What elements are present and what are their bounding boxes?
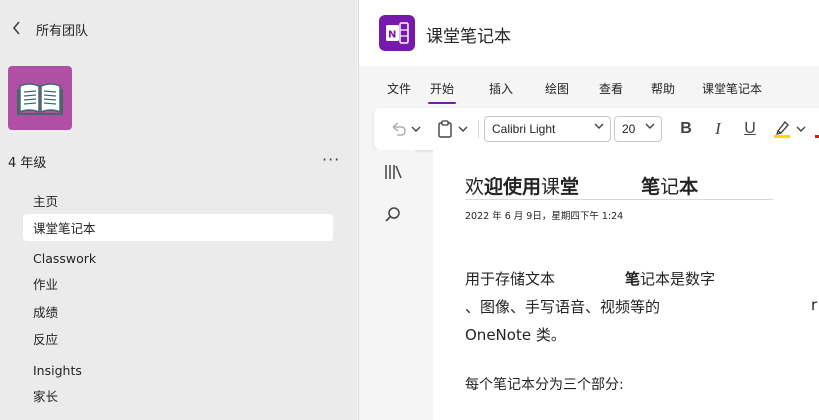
tab-class-notebook[interactable]: 课堂笔记本 bbox=[702, 80, 762, 97]
back-to-all-teams-button[interactable]: 所有团队 bbox=[12, 18, 88, 40]
tab-insert[interactable]: 插入 bbox=[489, 80, 513, 97]
page-title-part: 课 bbox=[541, 176, 561, 198]
tab-view[interactable]: 查看 bbox=[599, 80, 623, 97]
tab-draw[interactable]: 绘图 bbox=[545, 80, 569, 97]
font-color-icon[interactable] bbox=[814, 117, 819, 141]
app-header: N 课堂笔记本 bbox=[359, 0, 819, 66]
page-title-part: 笔 bbox=[641, 176, 661, 198]
nav-item-insights[interactable]: Insights bbox=[23, 357, 333, 384]
nav-item-classwork[interactable]: Classwork bbox=[23, 245, 333, 272]
undo-dropdown-chevron-icon[interactable] bbox=[409, 117, 423, 141]
undo-icon[interactable] bbox=[387, 117, 409, 141]
nav-item-home[interactable]: 主页 bbox=[23, 187, 333, 214]
notebook-pane: N 课堂笔记本 文件 开始 插入 绘图 查看 帮助 课堂笔记本 Calibri … bbox=[358, 0, 819, 420]
team-avatar[interactable] bbox=[8, 66, 72, 130]
library-notebooks-icon[interactable] bbox=[383, 162, 403, 182]
team-name: 4 年级 bbox=[8, 156, 47, 171]
ribbon-toolbar: Calibri Light 20 B I U bbox=[374, 108, 819, 150]
nav-item-class-notebook[interactable]: 课堂笔记本 bbox=[23, 214, 333, 241]
italic-button[interactable]: I bbox=[706, 117, 730, 141]
ribbon-tabs: 文件 开始 插入 绘图 查看 帮助 课堂笔记本 bbox=[369, 72, 819, 104]
toolbar-divider bbox=[478, 120, 479, 138]
nav-item-assignments[interactable]: 作业 bbox=[23, 270, 333, 297]
paragraph-line[interactable]: 、图像、手写语音、视频等的 bbox=[465, 296, 660, 317]
bold-button[interactable]: B bbox=[674, 117, 698, 141]
onenote-logo-icon: N bbox=[379, 15, 415, 51]
underline-button[interactable]: U bbox=[738, 117, 762, 141]
tab-home[interactable]: 开始 bbox=[427, 80, 457, 104]
page-date: 2022 年 6 月 9日，星期四下午 1:24 bbox=[465, 211, 624, 222]
paste-dropdown-chevron-icon[interactable] bbox=[456, 117, 470, 141]
nav-item-grades[interactable]: 成绩 bbox=[23, 298, 333, 325]
tab-file[interactable]: 文件 bbox=[387, 80, 411, 97]
chevron-down-icon bbox=[645, 121, 655, 133]
page-title-part: 本 bbox=[679, 176, 699, 198]
font-size-select[interactable]: 20 bbox=[614, 116, 662, 142]
font-size-value: 20 bbox=[622, 122, 636, 136]
page-title-part: 迎使用 bbox=[484, 176, 542, 198]
chevron-down-icon bbox=[594, 121, 604, 133]
paste-clipboard-icon[interactable] bbox=[434, 117, 456, 141]
text-run: 、图像、手写语音、视频等的 bbox=[465, 298, 661, 316]
paragraph-line[interactable]: OneNote 类。 bbox=[465, 324, 566, 345]
chevron-left-icon bbox=[12, 20, 32, 39]
nav-item-parents[interactable]: 家长 bbox=[23, 382, 333, 409]
text-run: 用于存储文本 bbox=[465, 270, 556, 288]
font-name-select[interactable]: Calibri Light bbox=[484, 116, 611, 142]
text-run: 记本是数字 bbox=[640, 270, 716, 288]
page-title-part: 欢 bbox=[465, 176, 485, 198]
paragraph-line[interactable]: 每个笔记本分为三个部分: bbox=[465, 374, 624, 394]
page-title-part: 堂 bbox=[560, 176, 580, 198]
svg-text:N: N bbox=[388, 30, 396, 41]
highlighter-dropdown-chevron-icon[interactable] bbox=[794, 117, 808, 141]
more-options-icon[interactable]: ··· bbox=[322, 150, 340, 169]
text-run: 笔 bbox=[625, 270, 641, 288]
nav-item-reflect[interactable]: 反应 bbox=[23, 325, 333, 352]
back-label: 所有团队 bbox=[36, 23, 89, 39]
notebook-side-rail bbox=[369, 150, 415, 420]
page-title[interactable]: 欢迎使用课堂 笔记本 bbox=[465, 172, 773, 200]
page-title-part: 记 bbox=[660, 176, 680, 198]
highlighter-icon[interactable] bbox=[770, 117, 794, 141]
note-page[interactable]: 欢迎使用课堂 笔记本 2022 年 6 月 9日，星期四下午 1:24 用于存储文… bbox=[433, 150, 819, 420]
paragraph-line-trail: r bbox=[811, 296, 818, 314]
tab-help[interactable]: 帮助 bbox=[651, 80, 675, 97]
app-title: 课堂笔记本 bbox=[426, 27, 511, 47]
book-icon bbox=[17, 83, 63, 115]
font-name-value: Calibri Light bbox=[492, 122, 556, 136]
team-pane: 所有团队 4 年级 ··· 主页 课堂笔记本 Classwork 作业 成绩 反… bbox=[0, 0, 357, 420]
search-icon[interactable] bbox=[383, 205, 403, 225]
paragraph-line[interactable]: 用于存储文本 笔记本是数字 bbox=[465, 268, 715, 289]
